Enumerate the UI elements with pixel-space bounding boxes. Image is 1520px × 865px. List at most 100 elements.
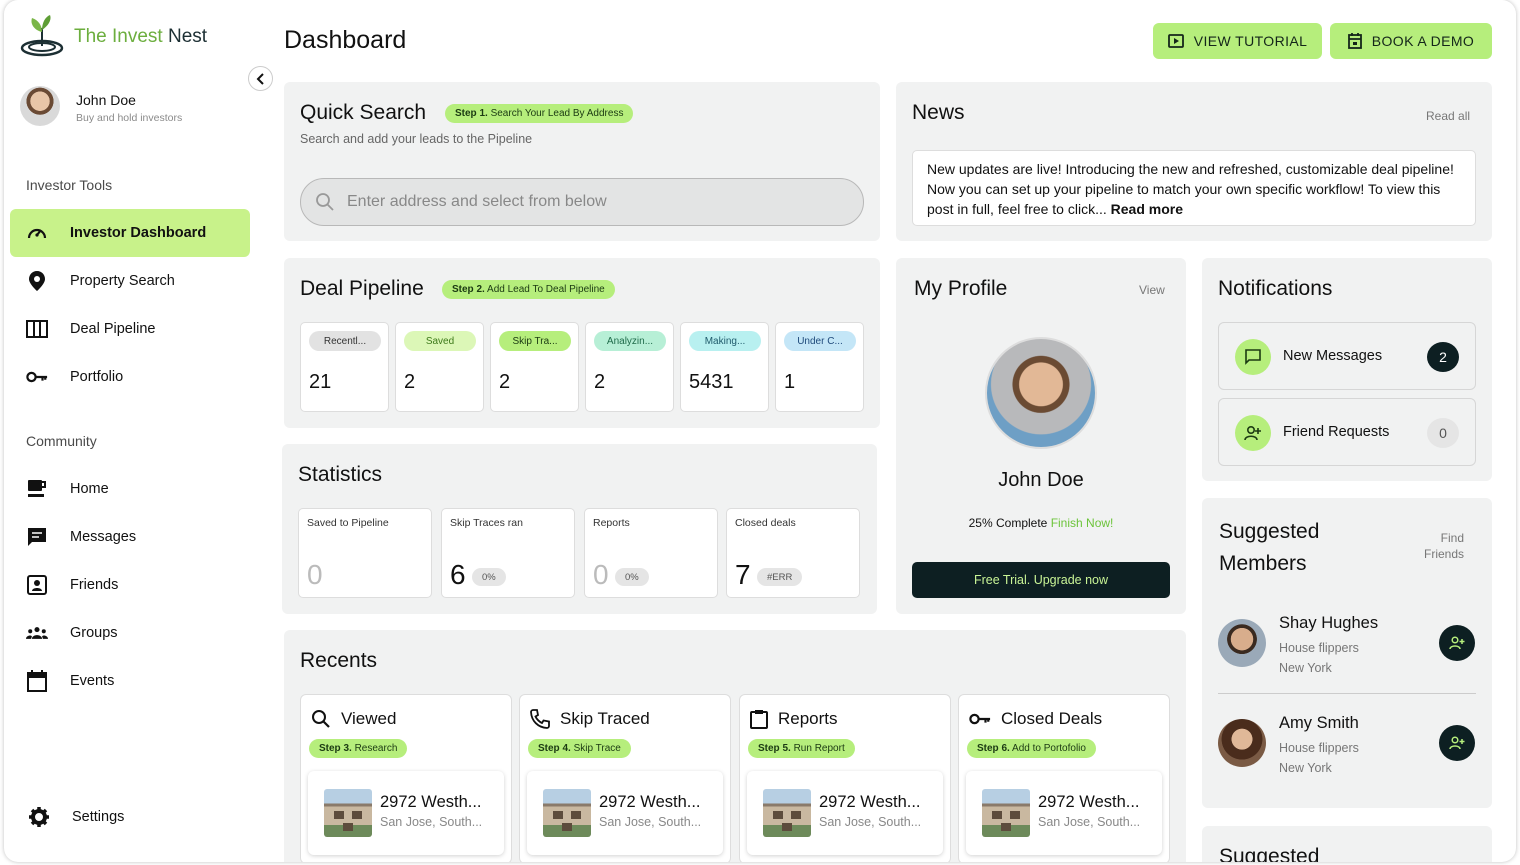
stage-label: Saved bbox=[404, 331, 476, 351]
profile-completion: 25% Complete Finish Now! bbox=[968, 516, 1114, 530]
recents-column-label: Viewed bbox=[341, 709, 397, 728]
property-card[interactable]: 2972 Westh... San Jose, South... bbox=[527, 771, 723, 855]
property-city: San Jose, South... bbox=[599, 815, 702, 829]
property-city: San Jose, South... bbox=[380, 815, 483, 829]
step-badge: Step 3. Research bbox=[309, 739, 408, 758]
coffee-cup-icon bbox=[26, 478, 48, 500]
sidebar-item-label: Groups bbox=[70, 625, 118, 641]
sidebar-item-settings[interactable]: Settings bbox=[12, 793, 252, 841]
stat-label: Saved to Pipeline bbox=[307, 517, 389, 529]
sidebar-item-deal-pipeline[interactable]: Deal Pipeline bbox=[10, 305, 250, 353]
read-all-link[interactable]: Read all bbox=[1426, 109, 1470, 123]
speedometer-icon bbox=[26, 222, 48, 244]
property-card[interactable]: 2972 Westh... San Jose, South... bbox=[747, 771, 943, 855]
pipeline-stage[interactable]: Saved 2 bbox=[395, 322, 484, 412]
pipeline-stage[interactable]: Analyzin... 2 bbox=[585, 322, 674, 412]
stage-count: 2 bbox=[594, 371, 606, 393]
stat-label: Reports bbox=[593, 517, 630, 529]
sidebar-item-groups[interactable]: Groups bbox=[10, 609, 250, 657]
groups-icon bbox=[26, 622, 48, 644]
sidebar-item-messages[interactable]: Messages bbox=[10, 513, 250, 561]
sidebar-item-label: Deal Pipeline bbox=[70, 321, 156, 337]
property-thumbnail bbox=[982, 789, 1030, 837]
key-icon bbox=[26, 366, 48, 388]
sidebar-item-label: Events bbox=[70, 673, 115, 689]
upgrade-button[interactable]: Free Trial. Upgrade now bbox=[912, 562, 1170, 598]
stage-label: Making... bbox=[689, 331, 761, 351]
stat-percent: 0% bbox=[615, 568, 649, 586]
member-city: New York bbox=[1279, 761, 1332, 775]
property-city: San Jose, South... bbox=[819, 815, 922, 829]
profile-name: John Doe bbox=[998, 469, 1084, 491]
notification-count: 2 bbox=[1427, 342, 1459, 372]
member-name[interactable]: Amy Smith bbox=[1279, 714, 1359, 733]
property-card[interactable]: 2972 Westh... San Jose, South... bbox=[308, 771, 504, 855]
profile-view-link[interactable]: View bbox=[1139, 283, 1165, 297]
notification-label: New Messages bbox=[1283, 348, 1383, 364]
stat-percent: 0% bbox=[472, 568, 506, 586]
finish-now-link[interactable]: Finish Now! bbox=[1051, 516, 1114, 530]
pipeline-stage[interactable]: Making... 5431 bbox=[680, 322, 769, 412]
stage-count: 21 bbox=[309, 371, 332, 393]
deal-pipeline-title: Deal Pipeline bbox=[300, 277, 424, 300]
recents-closed-deals: Closed Deals Step 6. Add to Portofolio 2… bbox=[958, 694, 1170, 862]
section-investor-tools: Investor Tools bbox=[26, 177, 113, 193]
statistics-title: Statistics bbox=[298, 463, 383, 486]
stat-value: 7 bbox=[735, 559, 751, 590]
section-community: Community bbox=[26, 433, 97, 449]
add-user-icon bbox=[1235, 415, 1271, 451]
pipeline-stage[interactable]: Recentl... 21 bbox=[300, 322, 389, 412]
property-address: 2972 Westh... bbox=[380, 793, 482, 811]
avatar[interactable] bbox=[1218, 619, 1266, 667]
add-user-icon bbox=[1449, 636, 1465, 650]
add-friend-button[interactable] bbox=[1439, 725, 1475, 761]
recents-column-label: Skip Traced bbox=[560, 709, 650, 728]
avatar[interactable] bbox=[1218, 719, 1266, 767]
notification-count: 0 bbox=[1427, 418, 1459, 448]
stat-value: 0 bbox=[593, 559, 609, 590]
stat-label: Skip Traces ran bbox=[450, 517, 523, 529]
avatar[interactable] bbox=[985, 337, 1097, 449]
sidebar-item-home[interactable]: Home bbox=[10, 465, 250, 513]
avatar[interactable] bbox=[20, 86, 60, 126]
book-demo-button[interactable]: BOOK A DEMO bbox=[1330, 23, 1492, 59]
member-name[interactable]: Shay Hughes bbox=[1279, 614, 1378, 633]
add-user-icon bbox=[1449, 736, 1465, 750]
suggested-members-title: Suggested Members bbox=[1219, 520, 1320, 575]
find-friends-link[interactable]: Find Friends bbox=[1424, 530, 1464, 562]
quick-search-title: Quick Search bbox=[300, 101, 427, 124]
property-address: 2972 Westh... bbox=[819, 793, 921, 811]
step-badge: Step 5. Run Report bbox=[748, 739, 855, 758]
sidebar-item-friends[interactable]: Friends bbox=[10, 561, 250, 609]
chevron-left-icon bbox=[256, 72, 264, 85]
view-tutorial-button[interactable]: VIEW TUTORIAL bbox=[1153, 23, 1322, 59]
stage-count: 5431 bbox=[689, 371, 734, 393]
sidebar-item-property-search[interactable]: Property Search bbox=[10, 257, 250, 305]
stage-count: 1 bbox=[784, 371, 796, 393]
step-badge: Step 1. Search Your Lead By Address bbox=[445, 104, 634, 123]
sidebar-item-label: Investor Dashboard bbox=[70, 225, 207, 241]
recents-title: Recents bbox=[300, 649, 378, 672]
video-icon bbox=[1167, 34, 1184, 48]
notification-new-messages[interactable]: New Messages 2 bbox=[1218, 322, 1476, 390]
add-friend-button[interactable] bbox=[1439, 625, 1475, 661]
pipeline-stage[interactable]: Under C... 1 bbox=[775, 322, 864, 412]
property-card[interactable]: 2972 Westh... San Jose, South... bbox=[966, 771, 1162, 855]
recents-column-label: Reports bbox=[778, 709, 838, 728]
property-thumbnail bbox=[543, 789, 591, 837]
sidebar-item-investor-dashboard[interactable]: Investor Dashboard bbox=[10, 209, 250, 257]
pipeline-stage[interactable]: Skip Tra... 2 bbox=[490, 322, 579, 412]
notification-friend-requests[interactable]: Friend Requests 0 bbox=[1218, 398, 1476, 466]
collapse-sidebar-button[interactable] bbox=[248, 66, 273, 91]
read-more-link[interactable]: Read more bbox=[1111, 201, 1183, 217]
sidebar-item-label: Home bbox=[70, 481, 109, 497]
stat-tile: Saved to Pipeline 0 bbox=[298, 508, 432, 598]
stage-label: Skip Tra... bbox=[499, 331, 571, 351]
calendar-icon bbox=[1347, 33, 1362, 49]
search-input[interactable]: Enter address and select from below bbox=[300, 178, 864, 226]
member-role: House flippers bbox=[1279, 741, 1359, 755]
sidebar-item-portfolio[interactable]: Portfolio bbox=[10, 353, 250, 401]
phone-icon bbox=[530, 709, 550, 729]
sidebar-item-events[interactable]: Events bbox=[10, 657, 250, 705]
step-badge: Step 2. Add Lead To Deal Pipeline bbox=[442, 280, 615, 299]
